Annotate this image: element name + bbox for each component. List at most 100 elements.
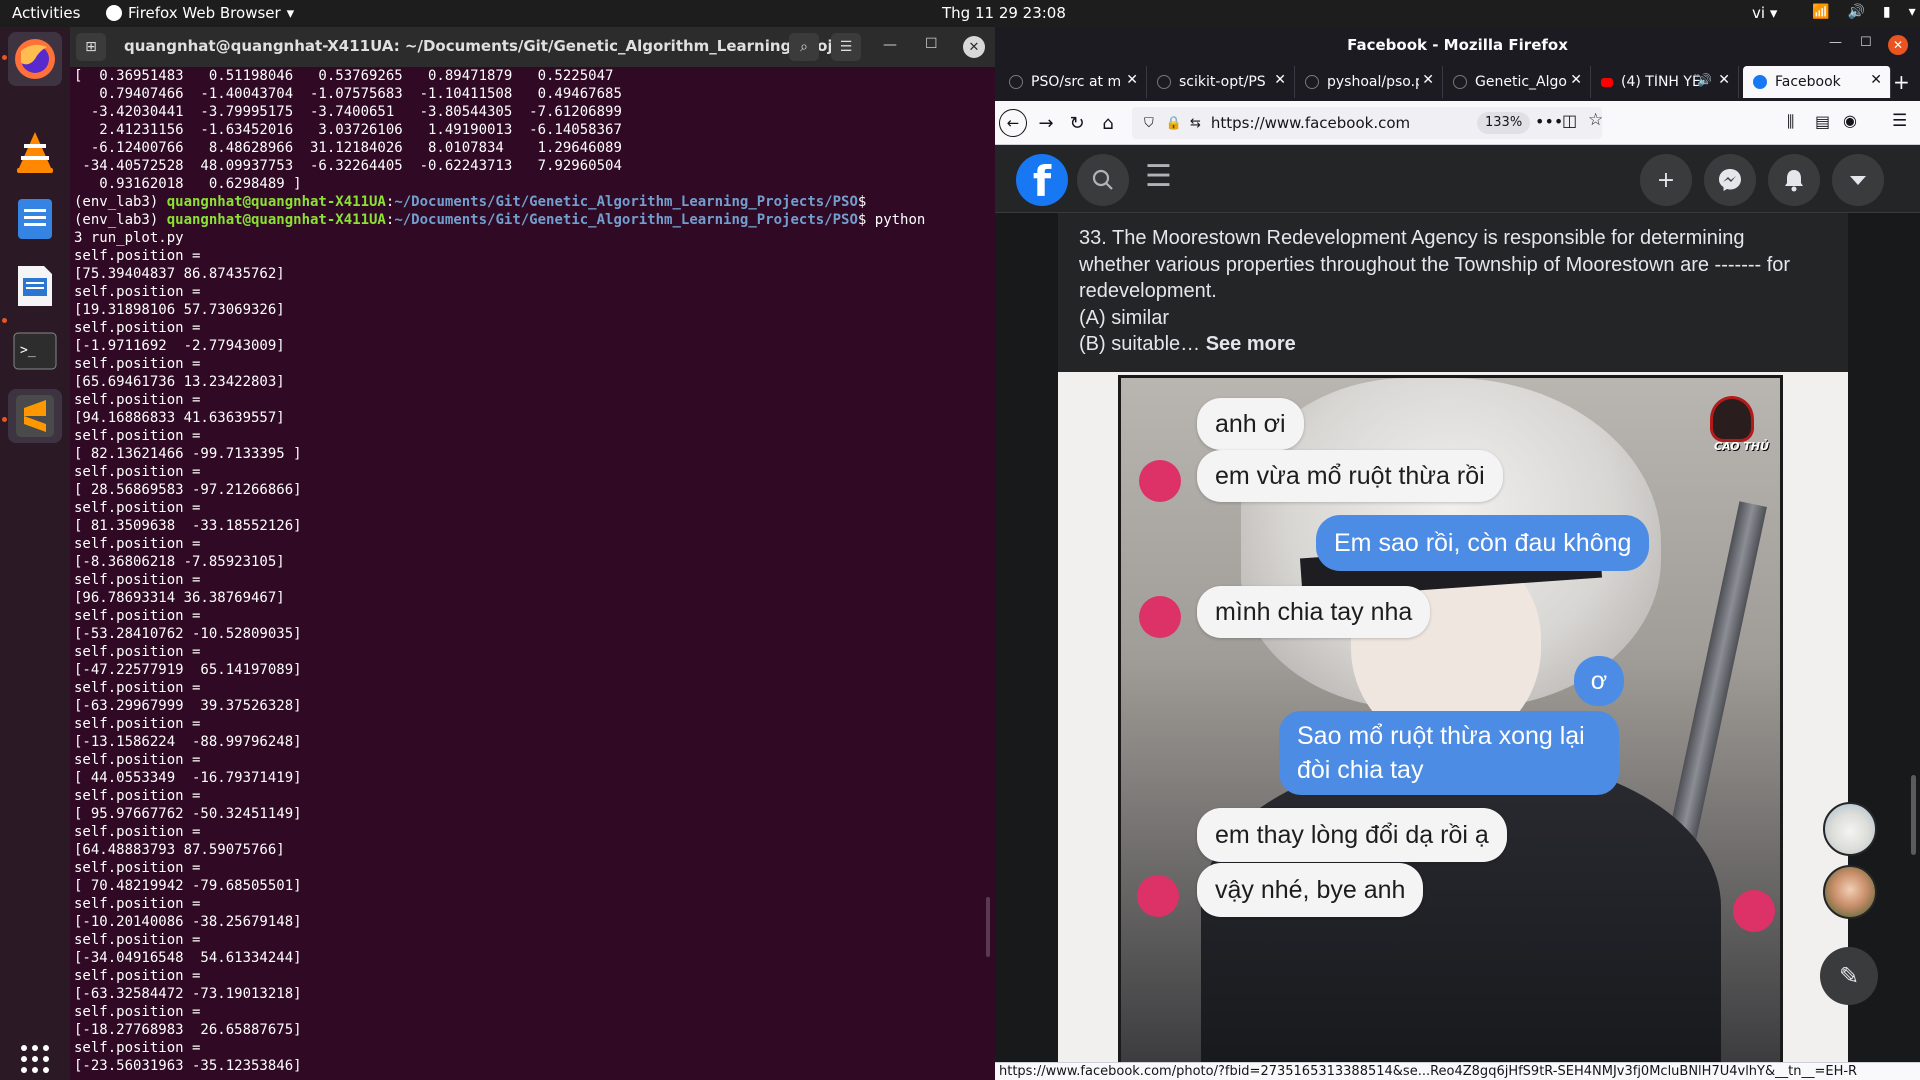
terminal-line: -6.12400766 8.48628966 31.12184026 8.010… [74, 140, 622, 156]
contact-avatar[interactable] [1823, 802, 1877, 856]
create-button[interactable]: + [1640, 154, 1692, 206]
tab-label: PSO/src at m [1031, 74, 1122, 90]
close-tab-icon[interactable]: ✕ [1126, 72, 1138, 88]
terminal-output[interactable]: [ 0.36951483 0.51198046 0.53769265 0.894… [70, 67, 995, 1080]
close-tab-icon[interactable]: ✕ [1274, 72, 1286, 88]
system-tray[interactable]: 📶 🔊 ▮ ▾ [1812, 4, 1916, 20]
chat-bubble: vậy nhé, bye anh [1197, 863, 1424, 917]
page-actions-icon[interactable]: ••• [1535, 112, 1563, 131]
terminal-line: [-47.22577919 65.14197089] [74, 662, 302, 678]
dock-text-editor[interactable] [8, 192, 62, 246]
terminal-line: 3 run_plot.py [74, 230, 184, 246]
close-button[interactable]: ✕ [963, 36, 985, 58]
facebook-logo-letter: f [1032, 157, 1052, 206]
terminal-scrollbar[interactable] [986, 897, 990, 957]
close-button[interactable]: ✕ [1888, 35, 1908, 55]
facebook-header: f ☰ + [995, 145, 1920, 213]
chat-bubble: Sao mổ ruột thừa xong lại đòi chia tay [1279, 711, 1619, 795]
terminal-header: ⊞ quangnhat@quangnhat-X411UA: ~/Document… [70, 27, 995, 67]
hamburger-icon: ☰ [1145, 159, 1172, 194]
arrow-left-icon: ← [1006, 114, 1020, 132]
page-scrollbar[interactable] [1911, 775, 1916, 855]
terminal-line: self.position = [74, 788, 201, 804]
minimize-button[interactable]: — [1829, 35, 1842, 50]
cao-thu-logo: CAO THỦ [1696, 396, 1771, 464]
dock-vlc[interactable] [8, 125, 62, 179]
permissions-icon[interactable]: ⇆ [1190, 116, 1201, 131]
close-tab-icon[interactable]: ✕ [1718, 72, 1730, 88]
browser-tab-active[interactable]: Facebook ✕ [1743, 66, 1891, 98]
close-tab-icon[interactable]: ✕ [1570, 72, 1582, 88]
facebook-logo[interactable]: f [1016, 154, 1068, 206]
activities-button[interactable]: Activities [12, 4, 80, 22]
sidebar-icon[interactable]: ▤ [1815, 112, 1830, 131]
url-text[interactable]: https://www.facebook.com [1211, 114, 1410, 132]
terminal-line: [ 44.0553349 -16.79371419] [74, 770, 302, 786]
pocket-icon[interactable]: ◫ [1562, 111, 1577, 130]
prompt-path: ~/Documents/Git/Genetic_Algorithm_Learni… [394, 212, 858, 228]
app-menu[interactable]: Firefox Web Browser ▾ [106, 4, 294, 22]
dock-terminal[interactable]: >_ [8, 324, 62, 378]
terminal-line: [ 0.36951483 0.51198046 0.53769265 0.894… [74, 68, 614, 84]
browser-tab[interactable]: (4) TÌNH YÊ 🔊 ✕ [1591, 66, 1739, 98]
terminal-line: [-63.32584472 -73.19013218] [74, 986, 302, 1002]
maximize-button[interactable]: ☐ [1860, 35, 1872, 50]
clock[interactable]: Thg 11 29 23:08 [942, 4, 1066, 22]
forward-button[interactable]: → [1033, 110, 1059, 136]
dock-sublime-text[interactable] [8, 389, 62, 443]
minimize-button[interactable]: — [883, 37, 897, 53]
account-button[interactable] [1832, 154, 1884, 206]
terminal-line: [-13.1586224 -88.99796248] [74, 734, 302, 750]
zoom-level[interactable]: 133% [1477, 112, 1531, 134]
app-grid-icon [21, 1045, 49, 1073]
close-tab-icon[interactable]: ✕ [1870, 72, 1882, 88]
terminal-line: [ 82.13621466 -99.7133395 ] [74, 446, 302, 462]
show-applications-button[interactable] [8, 1032, 62, 1080]
terminal-menu-button[interactable]: ☰ [831, 33, 861, 61]
hamburger-icon[interactable]: ☰ [1892, 111, 1907, 131]
maximize-button[interactable]: ☐ [925, 36, 938, 52]
close-tab-icon[interactable]: ✕ [1422, 72, 1434, 88]
terminal-line: self.position = [74, 536, 201, 552]
dock-firefox[interactable] [8, 32, 62, 86]
see-more-link[interactable]: See more [1206, 333, 1296, 355]
post-image[interactable]: CAO THỦ anh ơi em vừa mổ ruột thừa rồi E… [1118, 375, 1783, 1077]
bell-icon [1785, 170, 1803, 192]
terminal-search-button[interactable]: ⌕ [789, 33, 819, 61]
dock: >_ [0, 27, 70, 1080]
tab-label: scikit-opt/PS [1179, 74, 1266, 90]
menu-button[interactable]: ☰ [1145, 159, 1172, 194]
library-icon[interactable]: ⫼ [1787, 112, 1794, 132]
terminal-line: -34.40572528 48.09937753 -6.32264405 -0.… [74, 158, 622, 174]
terminal-line: 0.79407466 -1.40043704 -1.07575683 -1.10… [74, 86, 622, 102]
bookmark-star-icon[interactable]: ☆ [1588, 110, 1603, 130]
browser-tab[interactable]: Genetic_Algo ✕ [1443, 66, 1591, 98]
terminal-line: [ 70.48219942 -79.68505501] [74, 878, 302, 894]
arrow-right-icon: → [1038, 112, 1054, 134]
account-icon[interactable]: ◉ [1843, 111, 1857, 130]
browser-tab[interactable]: PSO/src at m ✕ [999, 66, 1147, 98]
url-bar[interactable]: ⛉ 🔒 ⇆ https://www.facebook.com 133% [1132, 107, 1602, 139]
running-indicator [2, 417, 7, 422]
language-indicator[interactable]: vi ▾ [1752, 4, 1777, 22]
browser-tab[interactable]: pyshoal/pso.p ✕ [1295, 66, 1443, 98]
audio-playing-icon[interactable]: 🔊 [1697, 73, 1712, 87]
shield-icon[interactable]: ⛉ [1144, 116, 1154, 131]
dock-libreoffice-writer[interactable] [8, 259, 62, 313]
browser-tab[interactable]: scikit-opt/PS ✕ [1147, 66, 1295, 98]
notifications-button[interactable] [1768, 154, 1820, 206]
terminal-icon: >_ [13, 332, 57, 370]
terminal-line: self.position = [74, 572, 201, 588]
reload-button[interactable]: ↻ [1064, 110, 1090, 136]
lock-icon[interactable]: 🔒 [1166, 116, 1182, 131]
new-message-button[interactable]: ✎ [1820, 947, 1878, 1005]
prompt-user: quangnhat@quangnhat-X411UA [166, 212, 386, 228]
terminal-line: [94.16886833 41.63639557] [74, 410, 285, 426]
home-button[interactable]: ⌂ [1095, 110, 1121, 136]
new-tab-button[interactable]: ⊞ [76, 33, 106, 61]
search-button[interactable] [1077, 154, 1129, 206]
messenger-button[interactable] [1704, 154, 1756, 206]
contact-avatar[interactable] [1823, 865, 1877, 919]
new-tab-button[interactable]: + [1893, 70, 1910, 94]
back-button[interactable]: ← [999, 109, 1027, 137]
